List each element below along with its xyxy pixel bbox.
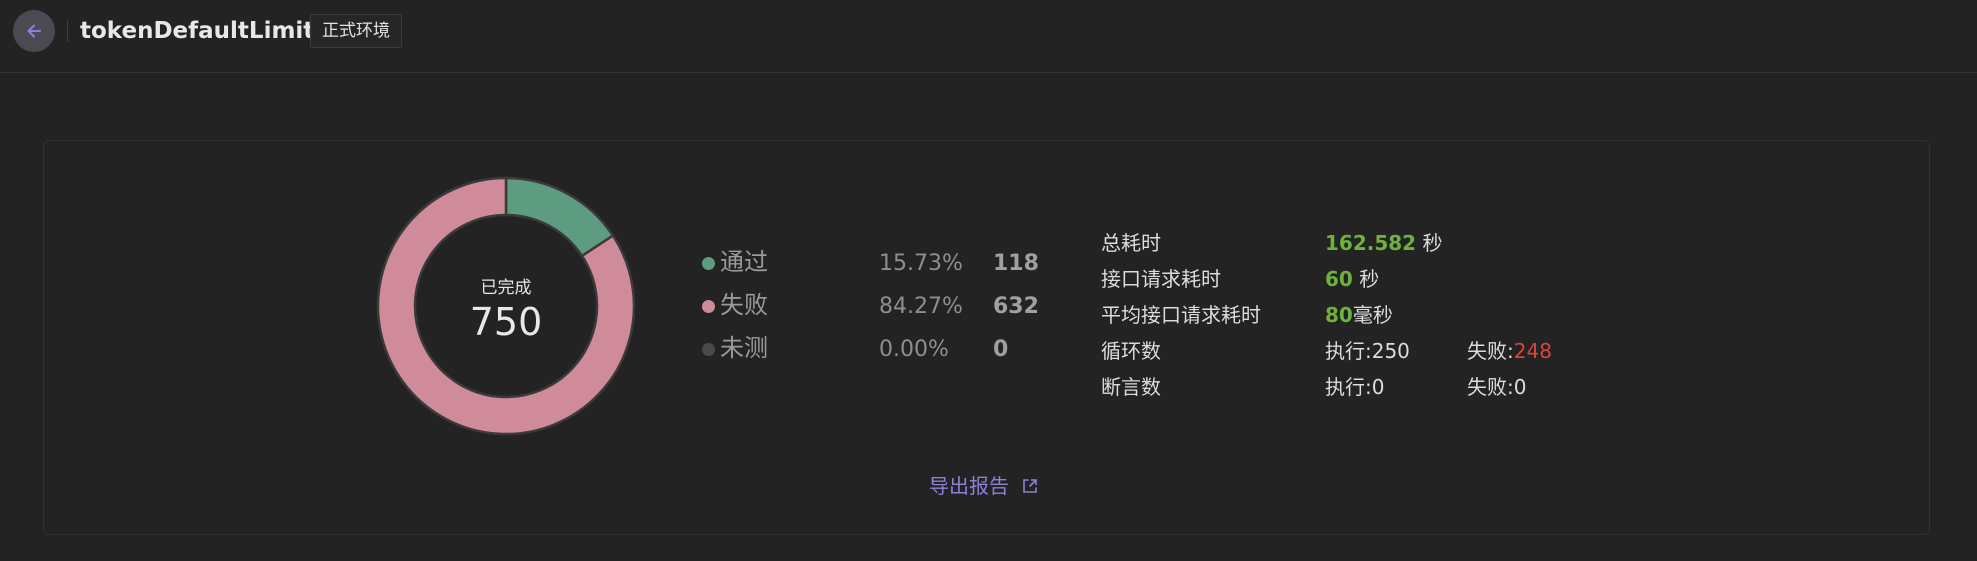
fail-dot-icon xyxy=(702,300,715,313)
fail-prefix: 失败: xyxy=(1467,375,1514,399)
legend-percent: 15.73% xyxy=(879,251,963,276)
legend-count: 632 xyxy=(993,294,1039,319)
legend-count: 118 xyxy=(993,251,1039,276)
legend-percent: 0.00% xyxy=(879,337,949,362)
legend-item-fail: 失败 84.27% 632 xyxy=(702,285,1039,328)
stat-loops: 循环数 执行:250 失败:248 xyxy=(1101,334,1701,370)
stat-label: 断言数 xyxy=(1101,375,1161,399)
page-title: tokenDefaultLimiter xyxy=(80,18,342,44)
untested-dot-icon xyxy=(702,343,715,356)
loop-executed: 执行:250 xyxy=(1325,339,1410,363)
loop-fail-number: 248 xyxy=(1513,339,1552,363)
arrow-left-icon xyxy=(27,24,41,38)
total-time-number: 162.582 xyxy=(1325,231,1417,255)
fail-prefix: 失败: xyxy=(1467,339,1514,363)
pass-dot-icon xyxy=(702,257,715,270)
stat-label: 平均接口请求耗时 xyxy=(1101,303,1261,327)
legend-item-pass: 通过 15.73% 118 xyxy=(702,242,1039,285)
legend-label: 失败 xyxy=(720,291,768,319)
legend-percent: 84.27% xyxy=(879,294,963,319)
assert-failed: 失败:0 xyxy=(1467,370,1526,404)
result-summary-card: 已完成 750 通过 15.73% 118 失败 84.27% 632 未测 0… xyxy=(43,140,1930,535)
stat-label: 循环数 xyxy=(1101,339,1161,363)
export-report-label: 导出报告 xyxy=(929,474,1009,498)
legend-count: 0 xyxy=(993,337,1009,362)
legend-item-untested: 未测 0.00% 0 xyxy=(702,328,1022,371)
chart-legend: 通过 15.73% 118 失败 84.27% 632 未测 0.00% 0 xyxy=(702,242,1039,371)
stat-average-request-time: 平均接口请求耗时 80毫秒 xyxy=(1101,298,1701,334)
stat-value: 60 秒 xyxy=(1325,262,1379,296)
request-time-number: 60 xyxy=(1325,267,1353,291)
donut-chart: 已完成 750 xyxy=(375,175,637,437)
legend-label: 未测 xyxy=(720,334,768,362)
stats-panel: 总耗时 162.582 秒 接口请求耗时 60 秒 平均接口请求耗时 80毫秒 … xyxy=(1101,226,1701,406)
assert-fail-number: 0 xyxy=(1513,375,1527,399)
stat-label: 总耗时 xyxy=(1101,231,1161,255)
unit-seconds: 秒 xyxy=(1416,231,1443,255)
unit-milliseconds: 毫秒 xyxy=(1352,303,1393,327)
legend-label: 通过 xyxy=(720,248,768,276)
completed-count: 750 xyxy=(469,299,543,344)
stat-request-time: 接口请求耗时 60 秒 xyxy=(1101,262,1701,298)
assert-executed: 执行:0 xyxy=(1325,375,1385,399)
stat-value: 80毫秒 xyxy=(1325,298,1393,332)
completed-label: 已完成 xyxy=(480,277,532,298)
back-button[interactable] xyxy=(13,10,55,52)
export-report-link[interactable]: 导出报告 xyxy=(929,471,1039,501)
loop-failed: 失败:248 xyxy=(1467,334,1552,368)
stat-total-time: 总耗时 162.582 秒 xyxy=(1101,226,1701,262)
stat-assertions: 断言数 执行:0 失败:0 xyxy=(1101,370,1701,406)
average-time-number: 80 xyxy=(1325,303,1353,327)
donut-center: 已完成 750 xyxy=(375,175,637,437)
header-divider xyxy=(67,20,68,42)
unit-seconds: 秒 xyxy=(1352,267,1380,291)
environment-badge: 正式环境 xyxy=(310,14,402,48)
external-link-icon xyxy=(1021,477,1039,495)
page-header: tokenDefaultLimiter 正式环境 xyxy=(0,0,1977,73)
stat-value: 162.582 秒 xyxy=(1325,226,1442,260)
stat-label: 接口请求耗时 xyxy=(1101,267,1221,291)
